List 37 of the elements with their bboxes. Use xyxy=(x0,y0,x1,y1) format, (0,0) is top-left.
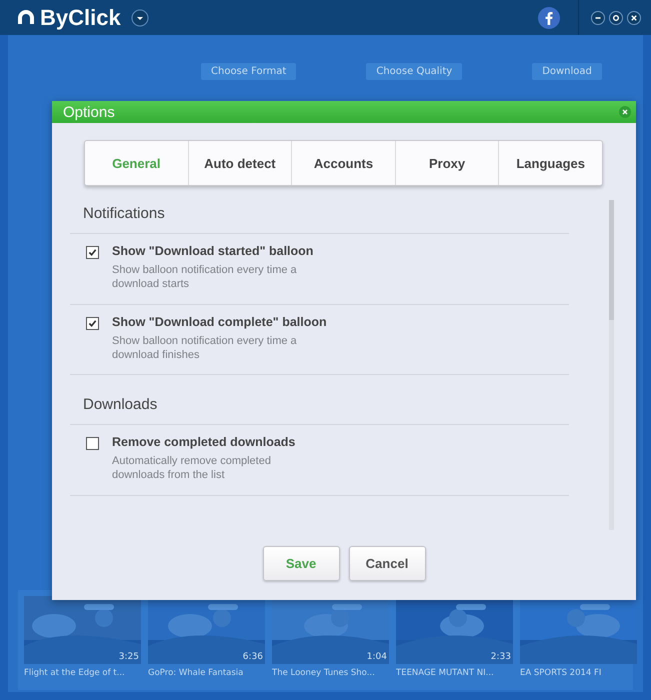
tab[interactable]: Proxy xyxy=(396,141,500,185)
dialog-button[interactable]: Cancel xyxy=(348,546,426,581)
video-title[interactable]: Flight at the Edge of t... xyxy=(24,668,141,678)
tab[interactable]: Auto detect xyxy=(188,141,292,185)
minimize-icon[interactable] xyxy=(591,10,605,24)
section-heading: Downloads xyxy=(70,375,569,426)
section-heading: Notifications xyxy=(70,200,569,234)
scrollbar[interactable] xyxy=(609,200,614,530)
video-duration: 2:33 xyxy=(490,652,511,662)
close-icon[interactable] xyxy=(627,10,641,24)
video-duration: 1:04 xyxy=(366,652,387,662)
dialog-title: Options xyxy=(63,104,115,120)
option-label[interactable]: Show "Download started" balloon xyxy=(112,244,314,258)
video-title[interactable]: TEENAGE MUTANT NI... xyxy=(396,668,513,678)
video-title[interactable]: EA SPORTS 2014 FI xyxy=(520,668,637,678)
video-duration: 6:36 xyxy=(242,652,263,662)
video-title[interactable]: GoPro: Whale Fantasia xyxy=(148,668,265,678)
step-label[interactable]: Choose Quality xyxy=(366,63,462,80)
step-label[interactable]: Download xyxy=(532,63,602,80)
app-title: ByClick xyxy=(40,4,121,30)
tab[interactable]: General xyxy=(85,141,189,185)
step-label[interactable]: Choose Format xyxy=(201,63,296,80)
option-label[interactable]: Remove completed downloads xyxy=(112,435,308,450)
dropdown-icon[interactable] xyxy=(130,8,149,26)
checkbox[interactable] xyxy=(86,246,99,259)
checkbox[interactable] xyxy=(86,437,99,450)
facebook-icon[interactable] xyxy=(538,6,560,28)
video-duration: 3:25 xyxy=(118,652,139,662)
tab[interactable]: Accounts xyxy=(292,141,396,185)
option-description: Show balloon notification every time a download starts xyxy=(112,263,298,292)
checkbox[interactable] xyxy=(86,316,99,330)
video-title[interactable]: The Looney Tunes Sho... xyxy=(272,668,389,678)
tab[interactable]: Languages xyxy=(499,141,602,185)
option-label[interactable]: Show "Download complete" balloon xyxy=(112,314,327,329)
option-description: Automatically remove completed downloads from the list xyxy=(112,454,272,483)
dialog-button[interactable]: Save xyxy=(262,546,340,581)
option-description: Show balloon notification every time a download finishes xyxy=(112,334,298,362)
